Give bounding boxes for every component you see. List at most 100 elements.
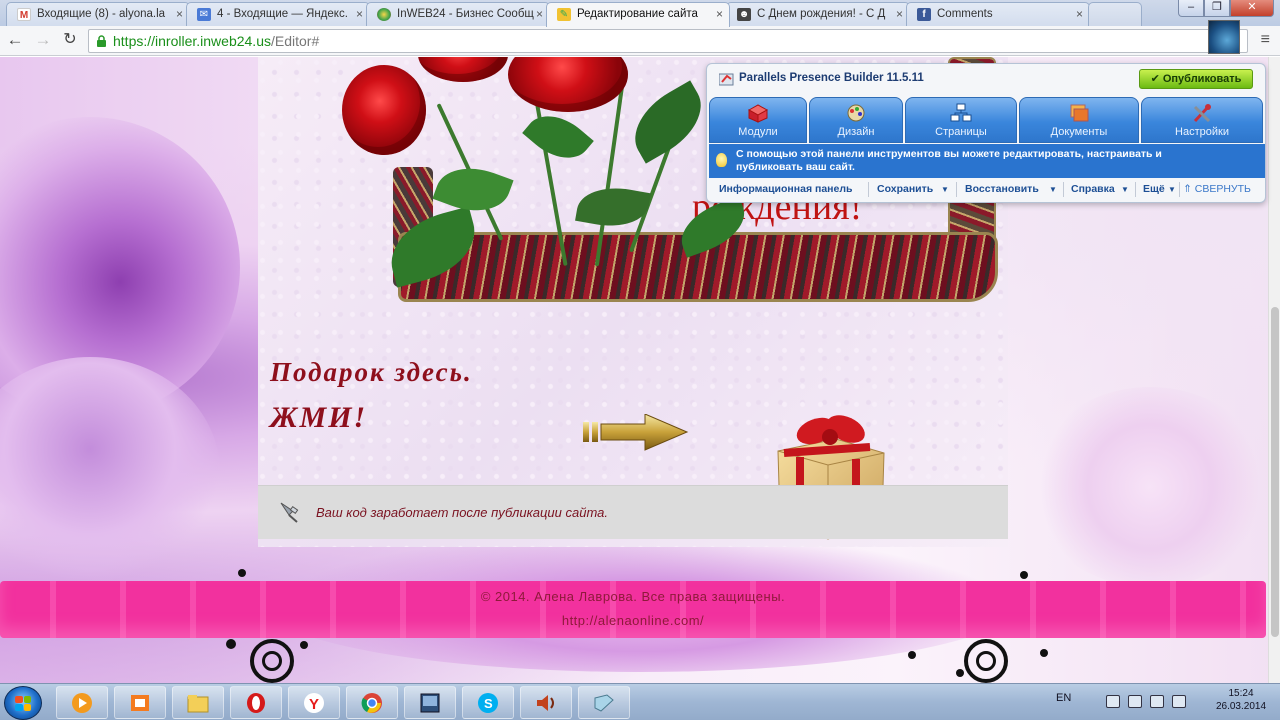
taskbar-explorer[interactable] [172,686,224,719]
url-path: /Editor# [270,33,320,49]
taskbar-yandex-browser[interactable]: Y [288,686,340,719]
decor-dot [300,641,308,649]
chrome-icon [361,693,382,713]
taskbar-audio[interactable] [520,686,572,719]
taskbar-chrome[interactable] [346,686,398,719]
menu-dashboard[interactable]: Информационная панель [719,183,852,195]
yandex-mail-icon: ✉ [197,8,211,21]
collapse-arrow-icon: ⇑ [1183,183,1192,195]
url-host: https://inroller.inweb24.us [113,33,271,49]
taskbar-files[interactable] [578,686,630,719]
decor-dot [1020,571,1028,579]
close-icon[interactable]: × [716,3,723,25]
gift-text-line2[interactable]: ЖМИ! [270,401,367,435]
taskbar-app[interactable] [114,686,166,719]
decor-dot [908,651,916,659]
close-icon[interactable]: × [896,3,903,25]
chrome-menu-icon[interactable]: ≡ [1261,31,1270,49]
close-icon[interactable]: × [176,3,183,25]
new-tab-button[interactable] [1088,2,1142,26]
svg-text:Y: Y [309,696,319,713]
taskbar-clock[interactable]: 15:24 26.03.2014 [1210,687,1272,713]
tray-network-icon[interactable] [1106,695,1120,708]
taskbar-skype[interactable]: S [462,686,514,719]
browser-toolbar: ← → ↻ https://inroller.inweb24.us/Editor… [0,26,1280,56]
decor-swirl [262,651,282,671]
tab-site-editor[interactable]: ✎ Редактирование сайта × [546,2,730,27]
back-icon[interactable]: ← [4,30,26,52]
url-text: https://inroller.inweb24.us/Editor# [113,33,319,49]
page-scrollbar[interactable] [1268,57,1280,683]
tray-device-icon[interactable] [1150,695,1164,708]
menu-save[interactable]: Сохранить [877,183,933,195]
more-dropdown-icon[interactable]: ▼ [1168,185,1176,194]
code-notice-bar: Ваш код заработает после публикации сайт… [258,485,1008,539]
tab-label: Документы [1050,126,1108,138]
collapse-button[interactable]: ⇑ СВЕРНУТЬ [1183,183,1251,195]
menu-separator [868,182,869,197]
help-dropdown-icon[interactable]: ▼ [1121,185,1129,194]
taskbar-media-player[interactable] [56,686,108,719]
tab-modules[interactable]: Модули [709,97,807,143]
menu-more[interactable]: Ещё [1143,183,1165,195]
collapse-label: СВЕРНУТЬ [1194,183,1251,195]
footer-link[interactable]: http://alenaonline.com/ [0,613,1266,628]
save-dropdown-icon[interactable]: ▼ [941,185,949,194]
decor-dot [226,639,236,649]
tab-documents[interactable]: Документы [1019,97,1139,143]
chrome-page-icon [377,8,391,21]
facebook-icon: f [917,8,931,21]
builder-tabs: Модули Дизайн Страницы Документы Настрой… [709,97,1265,143]
tab-yandex-mail[interactable]: ✉ 4 - Входящие — Яндекс. × [186,2,370,26]
arrow-right-icon[interactable] [583,414,689,454]
tab-birthday[interactable]: ☻ С Днем рождения! - С Д × [726,2,910,26]
taskbar-opera[interactable] [230,686,282,719]
tab-gmail[interactable]: M Входящие (8) - alyona.la × [6,2,190,26]
decor-dot [956,669,964,677]
publish-label: Опубликовать [1162,73,1242,85]
tray-volume-icon[interactable] [1172,695,1186,708]
windows-taskbar: Y S EN 15:24 26.03.2014 [0,683,1280,720]
editor-icon: ✎ [557,8,571,21]
start-button[interactable] [4,686,42,720]
tab-pages[interactable]: Страницы [905,97,1017,143]
tab-inweb24[interactable]: InWEB24 - Бизнес Сообщ × [366,2,550,26]
taskbar-app-window[interactable] [404,686,456,719]
menu-restore[interactable]: Восстановить [965,183,1039,195]
menu-separator [1179,182,1180,197]
menu-separator [1135,182,1136,197]
menu-save-label: Сохранить [877,183,934,195]
tab-settings[interactable]: Настройки [1141,97,1263,143]
minimize-button[interactable]: – [1178,0,1204,17]
tab-label: Модули [738,126,778,138]
profile-avatar[interactable] [1208,20,1240,54]
files-icon [594,694,614,712]
menu-help[interactable]: Справка [1071,183,1115,195]
builder-panel: Parallels Presence Builder 11.5.11 ✔ Опу… [706,63,1266,203]
decor-dot [238,569,246,577]
tab-title: InWEB24 - Бизнес Сообщ [397,8,534,20]
close-icon[interactable]: × [356,3,363,25]
gift-text-line1[interactable]: Подарок здесь. [270,357,473,388]
tab-title: Comments [937,8,993,20]
tab-comments[interactable]: f Comments × [906,2,1090,26]
tab-design[interactable]: Дизайн [809,97,903,143]
close-window-button[interactable]: ✕ [1230,0,1274,17]
close-icon[interactable]: × [536,3,543,25]
reload-icon[interactable]: ↻ [59,30,81,52]
maximize-button[interactable]: ❐ [1204,0,1230,17]
forward-icon[interactable]: → [32,30,54,52]
skype-icon: S [478,693,498,713]
builder-logo-icon [719,73,734,86]
tray-flag-icon[interactable] [1128,695,1142,708]
address-bar[interactable]: https://inroller.inweb24.us/Editor# ☆ [88,29,1248,53]
scrollbar-thumb[interactable] [1271,307,1279,637]
app-window-icon [420,693,440,713]
restore-dropdown-icon[interactable]: ▼ [1049,185,1057,194]
builder-title: Parallels Presence Builder 11.5.11 [739,72,924,84]
close-icon[interactable]: × [1076,3,1083,25]
window-controls: – ❐ ✕ [1178,0,1274,17]
publish-button[interactable]: ✔ Опубликовать [1139,69,1253,89]
tab-title: Входящие (8) - alyona.la [37,8,166,20]
language-indicator[interactable]: EN [1056,692,1071,704]
